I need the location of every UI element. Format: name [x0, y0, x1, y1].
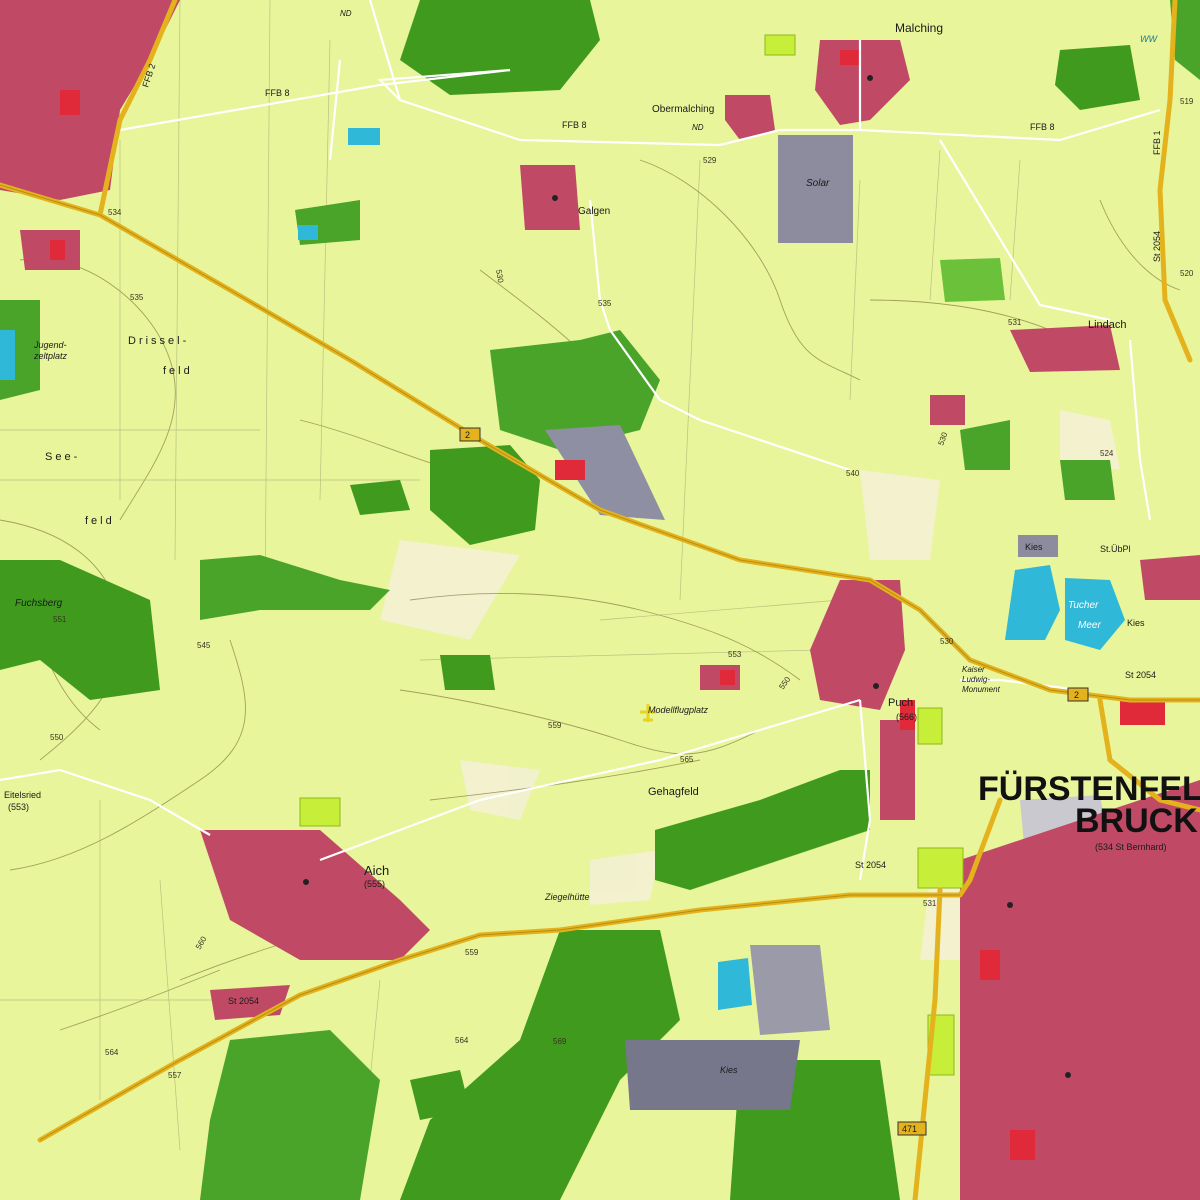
label-gehagfeld: Gehagfeld: [648, 786, 699, 798]
elevation-label: 564: [105, 1048, 119, 1057]
label-st2054-4: St 2054: [1152, 231, 1162, 262]
label-b2-1: 2: [465, 430, 470, 440]
elevation-label: 529: [703, 156, 717, 165]
label-nd-1: ND: [340, 9, 352, 18]
label-aich-elev: (555): [364, 879, 385, 889]
label-drissel-feld: feld: [163, 365, 193, 377]
label-stoubpl: St.ÜbPl: [1100, 544, 1131, 554]
elevation-label: 550: [50, 733, 64, 742]
solar-park: [778, 135, 853, 243]
label-st2054-2: St 2054: [228, 996, 259, 1006]
elevation-label: 531: [1008, 318, 1022, 327]
elevation-label: 535: [130, 293, 144, 302]
label-nd-2: ND: [692, 123, 704, 132]
elevation-label: 530: [940, 637, 954, 646]
label-kies-3: Kies: [720, 1065, 738, 1075]
gravel-pit-kies: [625, 1040, 800, 1110]
elevation-label: 520: [1180, 269, 1194, 278]
label-ludwig: Ludwig-: [962, 675, 990, 684]
elevation-label: 535: [598, 299, 612, 308]
label-monument: Monument: [962, 685, 1001, 694]
gravel-pit: [750, 945, 830, 1035]
elevation-label: 540: [846, 469, 860, 478]
pond: [718, 958, 752, 1010]
elevation-label: 519: [1180, 97, 1194, 106]
label-tucher: Tucher: [1068, 600, 1099, 611]
label-st2054-1: St 2054: [855, 860, 886, 870]
label-b471: 471: [902, 1124, 917, 1134]
label-fuchsberg: Fuchsberg: [15, 598, 63, 609]
forest-patch: [200, 1030, 380, 1200]
pond: [298, 225, 318, 240]
label-modellflugplatz: Modellflugplatz: [648, 705, 709, 715]
label-st2054-3: St 2054: [1125, 670, 1156, 680]
elevation-label: 564: [455, 1036, 469, 1045]
elevation-label: 569: [553, 1037, 567, 1046]
elevation-label: 524: [1100, 449, 1114, 458]
city-title-line2: BRUCK: [1075, 802, 1198, 840]
label-zieglhutte: Ziegelhütte: [544, 892, 590, 902]
label-eitelsried-elev: (553): [8, 802, 29, 812]
elevation-label: 557: [168, 1071, 182, 1080]
label-jugend: Jugend-: [33, 340, 67, 350]
label-b2-2: 2: [1074, 690, 1079, 700]
pond: [348, 128, 380, 145]
label-lindach: Lindach: [1088, 319, 1127, 331]
elevation-label: 559: [548, 721, 562, 730]
label-eitelsried: Eitelsried: [4, 790, 41, 800]
label-ww: WW: [1140, 34, 1158, 44]
forest-patch: [350, 480, 410, 515]
settlement-small: [1140, 555, 1200, 600]
label-ffb8-1: FFB 8: [265, 88, 290, 98]
label-ffb1: FFB 1: [1152, 130, 1162, 155]
forest-patch: [1060, 460, 1115, 500]
pond: [0, 330, 15, 380]
elevation-label: 531: [923, 899, 937, 908]
label-meer: Meer: [1078, 620, 1101, 631]
label-malching: Malching: [895, 21, 943, 35]
label-ffb8-2: FFB 8: [562, 120, 587, 130]
elevation-label: 551: [53, 615, 67, 624]
label-obermalching: Obermalching: [652, 104, 714, 115]
label-drissel: Drissel-: [128, 335, 189, 347]
label-kies-2: Kies: [1127, 618, 1145, 628]
elevation-label: 534: [108, 208, 122, 217]
label-kaiser: Kaiser: [962, 665, 985, 674]
settlement-galgen: [520, 165, 580, 230]
settlement-small: [930, 395, 965, 425]
elevation-label: 565: [680, 755, 694, 764]
elevation-label: 545: [197, 641, 211, 650]
elevation-label: 553: [728, 650, 742, 659]
settlement-puch-south: [880, 720, 915, 820]
label-zeltplatz: zeltplatz: [33, 351, 68, 361]
label-solar: Solar: [806, 178, 830, 189]
forest-patch: [940, 258, 1005, 302]
label-ffb8-3: FFB 8: [1030, 122, 1055, 132]
elevation-label: 559: [465, 948, 479, 957]
label-kies-1: Kies: [1025, 542, 1043, 552]
topographic-map: Malching Obermalching Galgen Lindach Puc…: [0, 0, 1200, 1200]
label-puch: Puch: [888, 697, 913, 709]
forest-patch: [440, 655, 495, 690]
label-see: See-: [45, 451, 80, 463]
label-aich: Aich: [364, 863, 389, 878]
label-galgen: Galgen: [578, 206, 610, 217]
label-see-feld: feld: [85, 515, 115, 527]
label-puch-elev: (566): [896, 712, 917, 722]
city-title-sub: (534 St Bernhard): [1095, 842, 1167, 852]
